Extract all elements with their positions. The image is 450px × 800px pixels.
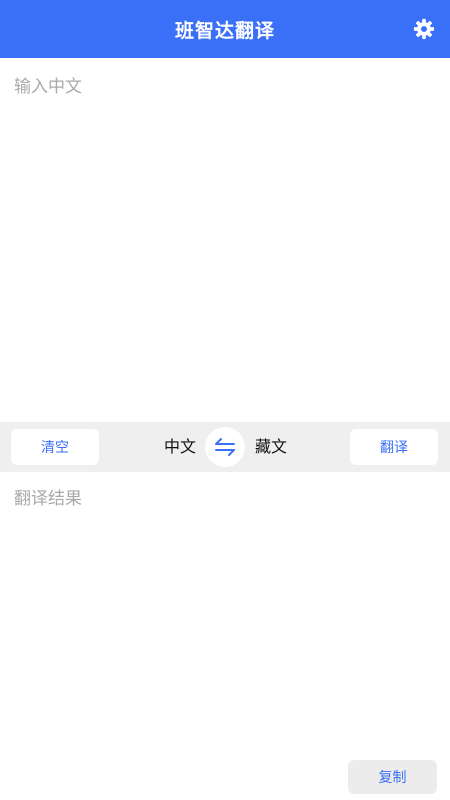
translator-app: 班智达翻译 清空 中文 [0, 0, 450, 800]
translate-button[interactable]: 翻译 [350, 429, 438, 465]
swap-language-button[interactable] [205, 427, 245, 467]
gear-icon [413, 18, 435, 40]
target-language[interactable]: 藏文 [255, 435, 287, 459]
copy-button[interactable]: 复制 [348, 760, 437, 794]
clear-button[interactable]: 清空 [11, 429, 99, 465]
swap-arrows-icon [215, 438, 235, 456]
translate-toolbar: 清空 中文 藏文 翻译 [0, 422, 450, 472]
source-text-input[interactable] [0, 58, 450, 422]
source-language[interactable]: 中文 [164, 435, 196, 459]
app-header: 班智达翻译 [0, 0, 450, 58]
translation-result: 翻译结果 [0, 472, 450, 800]
settings-button[interactable] [412, 17, 436, 41]
page-title: 班智达翻译 [174, 19, 275, 42]
result-placeholder: 翻译结果 [14, 489, 82, 509]
